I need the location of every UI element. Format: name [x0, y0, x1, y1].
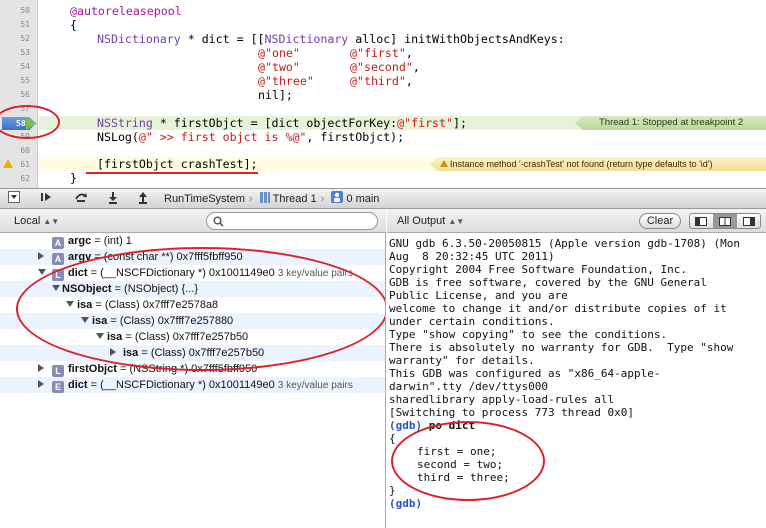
console-line: This GDB was configured as "x86_64-apple… [389, 367, 661, 380]
line-number: 54 [20, 62, 30, 71]
console-line: There is absolutely no warranty for GDB.… [389, 341, 734, 354]
annotation-circle [16, 247, 385, 371]
line-number: 62 [20, 174, 30, 183]
step-into-icon [109, 192, 117, 204]
code-line-55-value: @"third", [350, 74, 413, 88]
console-line: Public License, and you are [389, 289, 568, 302]
warning-message-label[interactable]: Instance method '-crashTest' not found (… [430, 157, 766, 171]
continue-button[interactable] [36, 191, 58, 207]
left-pane-icon [695, 216, 708, 226]
enumerated-badge-icon: E [52, 381, 64, 393]
console-line: } [389, 484, 396, 497]
console-line: [Switching to process 773 thread 0x0] [389, 406, 635, 419]
collapse-icon [8, 191, 20, 203]
line-number: 55 [20, 76, 30, 85]
variable-row[interactable]: Edict = (__NSCFDictionary *) 0x1001149e0… [0, 377, 385, 393]
console-header: All Output ▲▼ Clear [387, 209, 766, 233]
code-line-55: @"three" [258, 74, 314, 88]
step-over-icon [75, 193, 87, 202]
code-line-62: } [70, 171, 77, 185]
show-both-segment[interactable] [713, 214, 738, 228]
stack-frame-icon [331, 191, 344, 203]
code-line-56: nil]; [258, 88, 293, 102]
continue-icon [41, 193, 51, 201]
console-line: warranty" for details. [389, 354, 535, 367]
console-line: darwin".tty /dev/ttys000 [389, 380, 548, 393]
annotation-underline [86, 172, 258, 174]
scope-popup[interactable]: Local ▲▼ [14, 213, 59, 230]
line-number: 53 [20, 48, 30, 57]
variables-header: Local ▲▼ [0, 209, 386, 233]
code-line-54: @"two" [258, 60, 300, 74]
show-variables-segment[interactable] [690, 214, 714, 228]
right-pane-icon [742, 216, 755, 226]
disclosure-triangle[interactable] [38, 361, 44, 377]
code-line-50: @autoreleasepool [70, 4, 182, 18]
annotation-circle [391, 421, 545, 501]
console-line: GNU gdb 6.3.50-20050815 (Apple version g… [389, 237, 740, 250]
step-into-button[interactable] [102, 191, 124, 207]
console-line: sharedlibrary apply-load-rules all [389, 393, 615, 406]
crumb-process[interactable]: RunTimeSystem [164, 191, 245, 207]
variables-search-input[interactable] [227, 214, 373, 228]
console-line: { [389, 432, 396, 445]
console-line: Copyright 2004 Free Software Foundation,… [389, 263, 688, 276]
local-badge-icon: L [52, 365, 64, 377]
step-out-button[interactable] [132, 191, 154, 207]
split-pane-icon [719, 216, 731, 226]
crumb-frame[interactable]: 0 main [331, 191, 379, 207]
line-number: 56 [20, 90, 30, 99]
variables-search-field[interactable] [206, 212, 378, 230]
console-line: under certain conditions. [389, 315, 555, 328]
code-line-58: NSString * firstObjct = [dict objectForK… [97, 116, 467, 130]
pane-layout-segmented-control[interactable] [689, 213, 761, 229]
line-number: 52 [20, 34, 30, 43]
disclosure-triangle[interactable] [38, 377, 44, 393]
console-line: welcome to change it and/or distribute c… [389, 302, 727, 315]
output-filter-popup[interactable]: All Output ▲▼ [397, 213, 464, 230]
console-line: Type "show copying" to see the condition… [389, 328, 668, 341]
code-line-61: [firstObjct crashTest]; [97, 157, 258, 171]
show-console-segment[interactable] [737, 214, 760, 228]
warning-icon [3, 159, 13, 168]
step-over-button[interactable] [70, 191, 92, 207]
code-line-51: { [70, 18, 77, 32]
debug-toolbar: RunTimeSystem › Thread 1 › 0 main [0, 188, 766, 209]
code-line-53-value: @"first", [350, 46, 413, 60]
code-editor[interactable]: 50 51 52 53 54 55 56 57 59 60 61 62 58 @… [0, 0, 766, 188]
argument-badge-icon: A [52, 237, 64, 249]
console-prompt: (gdb) [389, 497, 423, 510]
warning-icon [440, 160, 448, 167]
console-output[interactable]: GNU gdb 6.3.50-20050815 (Apple version g… [387, 233, 766, 528]
code-line-59: NSLog(@" >> first objct is %@", firstObj… [97, 130, 405, 144]
line-number: 60 [20, 146, 30, 155]
breadcrumb: RunTimeSystem › Thread 1 › 0 main [164, 191, 380, 207]
console-line: Aug 8 20:32:45 UTC 2011) [389, 250, 555, 263]
line-number: 51 [20, 20, 30, 29]
crumb-thread[interactable]: Thread 1 [259, 191, 317, 207]
argument-badge-icon: A [52, 253, 64, 265]
thread-status-label: Thread 1: Stopped at breakpoint 2 [575, 116, 766, 130]
step-out-icon [139, 192, 147, 204]
code-line-54-value: @"second", [350, 60, 420, 74]
code-line-53: @"one" [258, 46, 300, 60]
thread-icon [259, 192, 270, 203]
disclosure-triangle[interactable] [38, 249, 44, 265]
search-icon [213, 216, 224, 227]
annotation-circle [0, 105, 60, 139]
clear-button[interactable]: Clear [639, 213, 681, 229]
code-line-52: NSDictionary * dict = [[NSDictionary all… [97, 32, 565, 46]
hide-debug-area-button[interactable] [4, 191, 24, 207]
console-line: GDB is free software, covered by the GNU… [389, 276, 707, 289]
variables-view[interactable]: Aargc = (int) 1 Aargv = (const char **) … [0, 233, 386, 528]
line-number: 50 [20, 6, 30, 15]
